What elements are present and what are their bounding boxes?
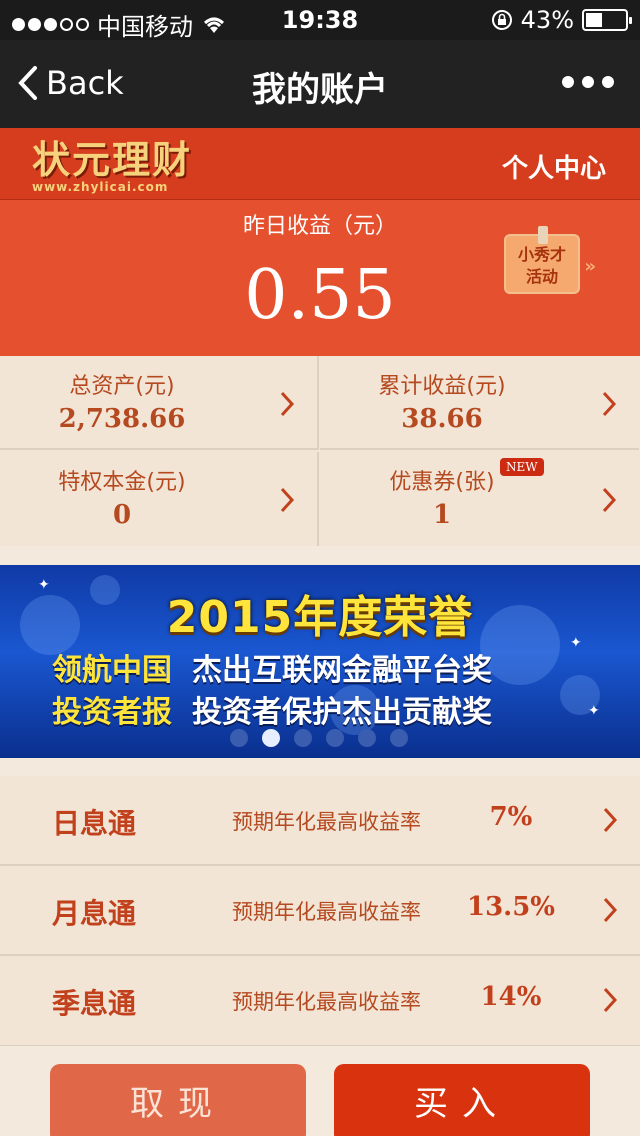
status-right: 43%: [491, 6, 632, 34]
brand-header: 状元理财 www.zhylicai.com 个人中心: [0, 128, 640, 200]
product-desc: 预期年化最高收益率: [232, 990, 421, 1014]
banner-line-2-left: 投资者报: [52, 695, 172, 730]
pager-dot[interactable]: [358, 729, 376, 747]
badge-line-2: 活动: [525, 267, 558, 286]
product-item[interactable]: 月息通 预期年化最高收益率 13.5%: [0, 866, 640, 956]
brand-logo: 状元理财 www.zhylicai.com: [32, 137, 193, 195]
personal-center-link[interactable]: 个人中心: [502, 148, 606, 185]
banner-line-2: 投资者报 投资者保护杰出贡献奖: [52, 687, 492, 731]
battery-percent: 43%: [520, 6, 574, 34]
product-list: 日息通 预期年化最高收益率 7% 月息通 预期年化最高收益率 13.5% 季息通…: [0, 776, 640, 1046]
stat-label: 累计收益(元): [378, 374, 506, 399]
stat-value: 2,738.66: [58, 404, 186, 434]
product-item[interactable]: 季息通 预期年化最高收益率 14%: [0, 956, 640, 1046]
yesterday-earnings-panel: 昨日收益（元） 0.55 小秀才 活动 »: [0, 200, 640, 356]
product-desc: 预期年化最高收益率: [232, 810, 421, 834]
product-name: 季息通: [52, 987, 137, 1020]
stat-value: 38.66: [401, 404, 483, 434]
banner-line-2-right: 投资者保护杰出贡献奖: [192, 695, 492, 730]
page-title: 我的账户: [252, 70, 388, 110]
stat-coupons[interactable]: 优惠券(张) NEW 1: [320, 452, 639, 546]
status-bar: 中国移动 19:38 43%: [0, 0, 640, 41]
chevron-right-icon: [603, 897, 618, 923]
chevron-right-icon: [602, 391, 617, 417]
stat-label: 特权本金(元): [58, 470, 186, 495]
pager-dot[interactable]: [230, 729, 248, 747]
navigation-bar: Back 我的账户: [0, 40, 640, 128]
stat-value: 1: [432, 500, 452, 530]
withdraw-button[interactable]: 取现: [50, 1064, 306, 1136]
banner-line-1-right: 杰出互联网金融平台奖: [192, 653, 492, 688]
pager-dot[interactable]: [294, 729, 312, 747]
chevron-right-icon: [603, 987, 618, 1013]
buy-button[interactable]: 买入: [334, 1064, 590, 1136]
chevron-right-icon: [603, 807, 618, 833]
product-rate: 7%: [489, 802, 533, 832]
pager-dot[interactable]: [262, 729, 280, 747]
logo-text: 状元理财: [32, 137, 193, 182]
new-badge: NEW: [500, 458, 544, 476]
banner-headline: 2015年度荣誉: [166, 592, 474, 643]
product-name: 月息通: [52, 897, 137, 930]
carousel-pager[interactable]: [230, 729, 408, 747]
banner-line-1: 领航中国 杰出互联网金融平台奖: [52, 645, 492, 689]
account-stats-grid: 总资产(元) 2,738.66 累计收益(元) 38.66 特权本金(元) 0 …: [0, 356, 640, 546]
stat-cumulative-earnings[interactable]: 累计收益(元) 38.66: [320, 356, 639, 450]
chevron-right-icon: [602, 487, 617, 513]
more-options-button[interactable]: [562, 76, 614, 88]
rotation-lock-icon: [491, 10, 512, 30]
promo-banner-carousel[interactable]: ✦ ✦ ✦ 2015年度荣誉 领航中国 杰出互联网金融平台奖 投资者报 投资者保护杰…: [0, 565, 640, 758]
badge-line-1: 小秀才: [517, 245, 566, 264]
stat-privilege-principal[interactable]: 特权本金(元) 0: [0, 452, 319, 546]
battery-icon: [582, 9, 632, 31]
chevron-right-icon: [280, 487, 295, 513]
product-item[interactable]: 日息通 预期年化最高收益率 7%: [0, 776, 640, 866]
stat-total-assets[interactable]: 总资产(元) 2,738.66: [0, 356, 319, 450]
product-rate: 13.5%: [466, 892, 556, 922]
stat-value: 0: [112, 500, 132, 530]
pager-dot[interactable]: [390, 729, 408, 747]
pager-dot[interactable]: [326, 729, 344, 747]
product-rate: 14%: [480, 982, 542, 1012]
product-desc: 预期年化最高收益率: [232, 900, 421, 924]
product-name: 日息通: [52, 807, 137, 840]
double-chevron-icon: »: [584, 256, 596, 277]
banner-line-1-left: 领航中国: [52, 653, 172, 688]
chevron-right-icon: [280, 391, 295, 417]
logo-url: www.zhylicai.com: [32, 180, 169, 194]
stat-label: 总资产(元): [69, 374, 175, 399]
promo-activity-badge[interactable]: 小秀才 活动 »: [504, 226, 596, 294]
